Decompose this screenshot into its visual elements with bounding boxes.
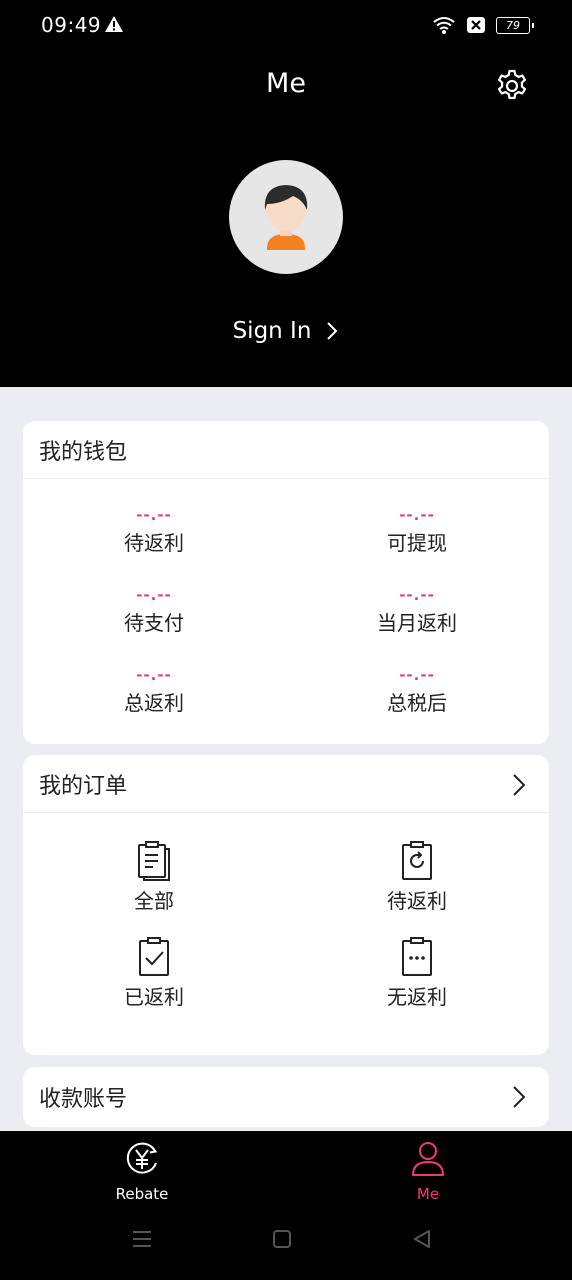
menu-icon[interactable] [130,1227,154,1251]
avatar[interactable] [229,160,343,274]
no-sim-icon [467,17,485,33]
clipboard-check-icon [139,937,169,976]
stat-label: 待返利 [124,531,184,555]
wallet-stat-total-after-tax[interactable]: --.-- 总税后 [317,665,517,717]
stat-value: --.-- [399,506,435,524]
status-bar: 09:49 79 [0,0,572,52]
stat-value: --.-- [136,506,172,524]
profile-header: 09:49 79 Me Sign In [0,0,572,387]
status-icons: 79 [432,13,534,37]
home-square-icon[interactable] [270,1227,294,1251]
sign-in-label: Sign In [232,318,312,344]
wifi-icon [433,17,455,34]
battery-indicator: 79 [496,16,534,34]
order-filter-no-rebate[interactable]: 无返利 [317,937,517,1011]
back-triangle-icon[interactable] [410,1227,434,1251]
stat-label: 待支付 [124,611,184,635]
system-navigation-bar [0,1219,572,1269]
stat-label: 总返利 [124,691,184,715]
wallet-stat-monthly-rebate[interactable]: --.-- 当月返利 [317,585,517,637]
stat-value: --.-- [399,586,435,604]
order-filter-label: 已返利 [124,985,184,1009]
wallet-card: 我的钱包 --.-- 待返利 --.-- 可提现 --.-- 待支付 --.--… [23,421,549,744]
order-filter-label: 待返利 [387,889,447,913]
payment-account-title: 收款账号 [39,1087,128,1112]
yen-rebate-icon [126,1142,158,1174]
chevron-right-icon [327,322,338,340]
tab-label: Rebate [115,1185,169,1203]
tab-me[interactable]: Me [368,1141,488,1203]
chevron-right-icon [513,774,526,796]
sign-in-link[interactable]: Sign In [0,318,572,344]
chevron-right-icon [513,1086,526,1108]
payment-account-row[interactable]: 收款账号 [23,1067,549,1127]
page-title: Me [266,68,306,99]
battery-level: 79 [506,18,520,32]
stat-value: --.-- [399,666,435,684]
clipboard-refresh-icon [402,841,432,880]
order-filter-pending-rebate[interactable]: 待返利 [317,841,517,915]
clipboard-dots-icon [402,937,432,976]
orders-card: 我的订单 全部 待返利 已返利 无返利 [23,755,549,1055]
default-avatar-icon [264,185,308,250]
wallet-title: 我的钱包 [23,421,549,479]
person-icon [412,1142,444,1176]
stat-label: 当月返利 [377,611,457,635]
wallet-stat-pending-payment[interactable]: --.-- 待支付 [54,585,254,637]
orders-header[interactable]: 我的订单 [23,755,549,813]
status-time: 09:49 [41,13,102,37]
tab-label: Me [416,1185,440,1203]
clipboard-list-icon [138,841,170,881]
settings-gear-icon[interactable] [494,68,530,104]
order-filter-all[interactable]: 全部 [54,841,254,915]
stat-label: 可提现 [387,531,447,555]
tab-rebate[interactable]: Rebate [82,1141,202,1203]
wallet-stat-total-rebate[interactable]: --.-- 总返利 [54,665,254,717]
wallet-stat-withdrawable[interactable]: --.-- 可提现 [317,505,517,557]
order-filter-rebated[interactable]: 已返利 [54,937,254,1011]
stat-value: --.-- [136,586,172,604]
order-filter-label: 全部 [134,889,174,913]
bottom-navigation: Rebate Me [0,1131,572,1280]
wallet-stat-pending-rebate[interactable]: --.-- 待返利 [54,505,254,557]
order-filter-label: 无返利 [387,985,447,1009]
payment-account-card[interactable]: 收款账号 [23,1067,549,1127]
orders-title: 我的订单 [39,773,128,799]
stat-label: 总税后 [387,691,447,715]
stat-value: --.-- [136,666,172,684]
warning-icon [105,16,123,32]
